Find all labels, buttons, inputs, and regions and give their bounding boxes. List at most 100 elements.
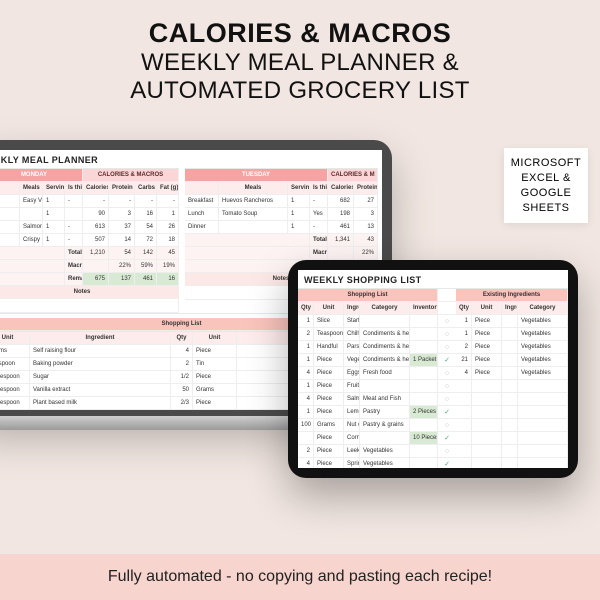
tablet-cell: 1 [456, 315, 472, 328]
tablet-cell [502, 393, 518, 406]
tablet-cell: Starflour [344, 315, 360, 328]
tablet-cell [410, 393, 438, 406]
tablet-cell [502, 380, 518, 393]
meal-cell: 26 [157, 221, 179, 234]
meal-cell: 16 [135, 208, 157, 221]
meal-cell: - [65, 234, 83, 247]
meal-cell: - [109, 195, 135, 208]
tablet-cell [518, 445, 568, 458]
tablet-cell: 4 [456, 367, 472, 380]
tablet-cell: 21 [456, 354, 472, 367]
meal-cell [219, 221, 288, 234]
tablet-cell: 4 [298, 393, 314, 406]
tablet-cell [518, 458, 568, 468]
existing-ing-hdr: Existing Ingredients [456, 289, 568, 302]
tablet-cell [438, 328, 456, 341]
tablet-cell [438, 393, 456, 406]
remaining-lbl: Remaining [65, 273, 83, 286]
tablet-cell: Condiments & herbs [360, 341, 410, 354]
meal-cell: 1 [288, 221, 310, 234]
tablet-cell: Condiments & herbs [360, 354, 410, 367]
meal-cell: Crispy Gnocchi Mushroom Florent [20, 234, 43, 247]
tablet-cell: Spring onions [344, 458, 360, 468]
mockup-stage: EEKLY MEAL PLANNER MONDAY CALORIES & MAC… [0, 128, 600, 554]
tablet-cell [502, 458, 518, 468]
col-leftovers: Is this leftovers? [65, 182, 83, 195]
monday-block: MONDAY CALORIES & MACROS Meals Servings … [0, 168, 179, 313]
tablet-cell: Pastry [360, 406, 410, 419]
tablet-cell: Teaspoon [314, 328, 344, 341]
meal-cell: 1 [288, 195, 310, 208]
meal-cell: Salmon with Spicy Sesame Noodles [20, 221, 43, 234]
product-title: CALORIES & MACROS WEEKLY MEAL PLANNER & … [0, 0, 600, 112]
shopping-list-hdr: Shopping List [298, 289, 438, 302]
shopping-cell: Piece [193, 371, 237, 384]
meal-cell [0, 208, 20, 221]
tablet-cell [438, 315, 456, 328]
shopping-cell: Self raising flour [30, 345, 171, 358]
tablet-cell [472, 419, 502, 432]
tablet-cell: Piece [472, 354, 502, 367]
tablet-cell [410, 380, 438, 393]
meal-cell: 37 [109, 221, 135, 234]
tablet-cell [438, 419, 456, 432]
tablet-cell [472, 380, 502, 393]
total-cal: 1,210 [83, 247, 109, 260]
col-fat: Fat (g) [157, 182, 179, 195]
tablet-cell [472, 406, 502, 419]
meal-cell: 72 [135, 234, 157, 247]
tablet-cell: Pastry & grains [360, 419, 410, 432]
shopping-cell: Teaspoon [0, 358, 30, 371]
tablet-cell: Vegetables [518, 315, 568, 328]
footer-caption: Fully automated - no copying and pasting… [0, 554, 600, 600]
tablet-cell: Vegetables [518, 341, 568, 354]
meal-cell: - [135, 195, 157, 208]
meal-cell: Huevos Rancheros [219, 195, 288, 208]
shopping-cell: Piece [193, 397, 237, 410]
tablet-cell [360, 380, 410, 393]
tablet-cell: Condiments & herbs [360, 328, 410, 341]
meal-cell: 18 [157, 234, 179, 247]
tablet-cell: Lemon zest [344, 406, 360, 419]
shopping-cell: Tablespoon [0, 384, 30, 397]
shopping-cell: Tablespoon [0, 371, 30, 384]
tablet-mockup: WEEKLY SHOPPING LIST Shopping List Exist… [288, 260, 578, 478]
tablet-cell: Nut cereal [344, 419, 360, 432]
meal-cell: 1 [288, 208, 310, 221]
meal-cell: Easy Vegan Pancakes [20, 195, 43, 208]
meal-cell: 54 [135, 221, 157, 234]
title-line1: CALORIES & MACROS [20, 18, 580, 49]
tablet-cell [502, 341, 518, 354]
tablet-cell: Grams [314, 419, 344, 432]
footer-text: Fully automated - no copying and pasting… [108, 568, 492, 586]
tablet-cell: Slice [314, 315, 344, 328]
macro-pc-lbl: Macro % [65, 260, 83, 273]
meal-cell: Dinner [185, 221, 219, 234]
tablet-cell [518, 419, 568, 432]
tablet-cell: 1 [298, 354, 314, 367]
meal-cell: Yes [310, 208, 328, 221]
tablet-cell: 1 [298, 406, 314, 419]
tablet-cell: 2 [298, 445, 314, 458]
tablet-cell: 1 [298, 341, 314, 354]
meal-cell: 3 [109, 208, 135, 221]
meal-cell: - [65, 195, 83, 208]
tablet-cell: 10 Pieces [410, 432, 438, 445]
shopping-cell: Piece [193, 345, 237, 358]
tablet-cell [456, 380, 472, 393]
tablet-cell [472, 445, 502, 458]
tablet-cell: Eggs [344, 367, 360, 380]
shopping-cell: 2/3 [171, 397, 193, 410]
col-unit: Unit [0, 332, 30, 345]
meal-cell: 13 [354, 221, 378, 234]
tablet-cell [456, 445, 472, 458]
tablet-cell [410, 419, 438, 432]
tablet-cell: Vegetables [518, 354, 568, 367]
col-servings: Servings [43, 182, 65, 195]
tablet-cell: 2 [456, 341, 472, 354]
tablet-cell [502, 406, 518, 419]
tablet-cell: 100 [298, 419, 314, 432]
shopping-cell: 1/2 [171, 371, 193, 384]
tablet-cell: Leeks [344, 445, 360, 458]
tablet-cell [438, 406, 456, 419]
